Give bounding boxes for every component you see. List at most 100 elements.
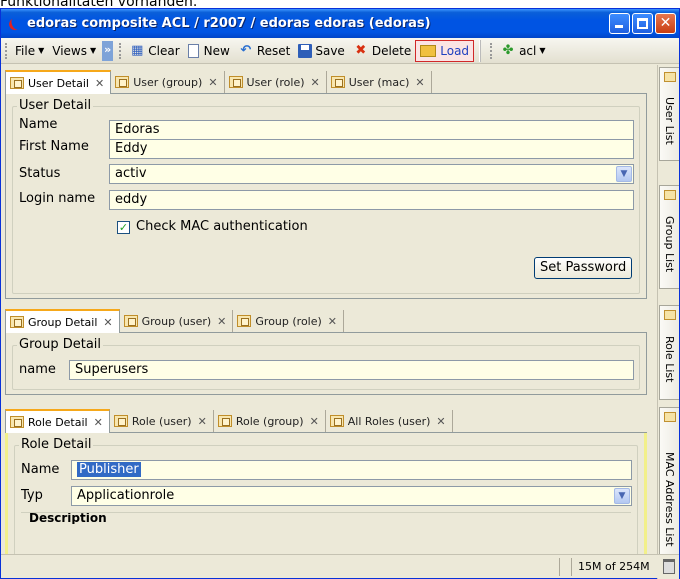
close-tab-icon[interactable]: ✕ bbox=[103, 316, 112, 329]
toolbar-grip[interactable] bbox=[490, 42, 493, 59]
login-name-field[interactable]: eddy bbox=[109, 190, 634, 210]
close-tab-icon[interactable]: ✕ bbox=[436, 415, 445, 428]
tab-label: Group (role) bbox=[255, 314, 322, 328]
description-fieldset: Description bbox=[21, 512, 631, 524]
new-button[interactable]: New bbox=[184, 40, 234, 62]
first-name-field[interactable]: Eddy bbox=[109, 139, 634, 159]
background-text: Funktionalitäten vorhanden. bbox=[0, 0, 198, 8]
description-legend: Description bbox=[27, 512, 109, 524]
typ-select[interactable]: Applicationrole ▼ bbox=[71, 486, 632, 506]
toolbar-grip[interactable] bbox=[5, 42, 8, 59]
tab-role-group[interactable]: Role (group) ✕ bbox=[214, 410, 326, 432]
close-tab-icon[interactable]: ✕ bbox=[94, 416, 103, 429]
views-menu[interactable]: Views ▼ bbox=[48, 40, 100, 62]
toolbar: File ▼ Views ▼ » ▦ Clear New ↶ Reset Save ✖ D… bbox=[1, 38, 679, 64]
folder-icon bbox=[420, 44, 437, 57]
maximize-icon bbox=[637, 18, 648, 29]
minimize-button[interactable] bbox=[609, 13, 630, 34]
close-tab-icon[interactable]: ✕ bbox=[415, 76, 424, 89]
tab-icon bbox=[113, 415, 128, 427]
main-content: User Detail ✕ User (group) ✕ User (role) ✕ … bbox=[1, 65, 657, 577]
close-tab-icon[interactable]: ✕ bbox=[311, 76, 320, 89]
tab-group-role[interactable]: Group (role) ✕ bbox=[233, 310, 345, 332]
name-label: Name bbox=[19, 117, 58, 132]
first-name-label: First Name bbox=[19, 139, 89, 154]
close-icon: ✕ bbox=[659, 15, 672, 31]
tab-all-roles-user[interactable]: All Roles (user) ✕ bbox=[326, 410, 453, 432]
tab-user-group[interactable]: User (group) ✕ bbox=[111, 71, 225, 93]
trash-icon[interactable] bbox=[663, 559, 675, 574]
side-tab-group-list[interactable]: Group List bbox=[659, 185, 679, 289]
tab-group-detail[interactable]: Group Detail ✕ bbox=[5, 309, 120, 333]
tab-icon bbox=[123, 315, 138, 327]
folder-icon bbox=[664, 412, 676, 422]
broom-icon: ▦ bbox=[131, 42, 144, 58]
load-label: Load bbox=[440, 43, 470, 58]
name-field[interactable]: Edoras bbox=[109, 120, 634, 140]
side-tab-label: MAC Address List bbox=[663, 451, 676, 547]
chevron-down-icon[interactable]: ▼ bbox=[614, 488, 630, 504]
close-tab-icon[interactable]: ✕ bbox=[310, 415, 319, 428]
window-controls: ✕ bbox=[609, 13, 676, 34]
group-tabstrip: Group Detail ✕ Group (user) ✕ Group (role)… bbox=[5, 308, 647, 333]
delete-label: Delete bbox=[371, 43, 412, 58]
status-select[interactable]: activ ▼ bbox=[109, 164, 634, 184]
close-tab-icon[interactable]: ✕ bbox=[95, 77, 104, 90]
group-detail-legend: Group Detail bbox=[17, 337, 104, 352]
toolbar-grip[interactable] bbox=[119, 42, 122, 59]
app-window: edoras composite ACL / r2007 / edoras ed… bbox=[0, 8, 680, 579]
chevron-down-icon: ▼ bbox=[539, 46, 546, 55]
role-name-label: Name bbox=[21, 462, 60, 477]
delete-button[interactable]: ✖ Delete bbox=[349, 40, 415, 62]
save-label: Save bbox=[315, 43, 345, 58]
close-tab-icon[interactable]: ✕ bbox=[208, 76, 217, 89]
chevron-down-icon[interactable]: ▼ bbox=[616, 166, 632, 182]
status-cell bbox=[559, 558, 571, 576]
tab-user-detail[interactable]: User Detail ✕ bbox=[5, 70, 112, 94]
user-detail-legend: User Detail bbox=[17, 98, 94, 113]
group-name-label: name bbox=[19, 362, 56, 377]
acl-menu[interactable]: ✤ acl ▼ bbox=[496, 40, 549, 62]
close-tab-icon[interactable]: ✕ bbox=[328, 315, 337, 328]
folder-icon bbox=[664, 310, 676, 320]
toolbar-overflow-button[interactable]: » bbox=[102, 40, 114, 61]
status-value: activ bbox=[115, 166, 147, 181]
title-bar[interactable]: edoras composite ACL / r2007 / edoras ed… bbox=[1, 9, 679, 38]
close-tab-icon[interactable]: ✕ bbox=[198, 415, 207, 428]
group-name-field[interactable]: Superusers bbox=[69, 360, 634, 380]
tab-label: User (role) bbox=[246, 75, 305, 89]
app-icon bbox=[7, 17, 21, 31]
clear-button[interactable]: ▦ Clear bbox=[125, 40, 183, 62]
tab-user-role[interactable]: User (role) ✕ bbox=[225, 71, 327, 93]
floppy-disk-icon bbox=[298, 43, 313, 58]
set-password-button[interactable]: Set Password bbox=[534, 257, 633, 279]
tab-role-user[interactable]: Role (user) ✕ bbox=[110, 410, 214, 432]
side-tab-bar: User List Group List Role List MAC Addre… bbox=[657, 65, 679, 579]
tab-label: Group (user) bbox=[141, 314, 212, 328]
tab-icon bbox=[228, 76, 243, 88]
side-tab-mac-address-list[interactable]: MAC Address List bbox=[659, 407, 679, 577]
side-tab-user-list[interactable]: User List bbox=[659, 67, 679, 161]
tab-icon bbox=[329, 415, 344, 427]
mac-auth-checkbox[interactable]: ✓ bbox=[117, 221, 130, 234]
reset-label: Reset bbox=[256, 43, 291, 58]
role-name-field[interactable]: Publisher bbox=[71, 460, 632, 480]
tab-user-mac[interactable]: User (mac) ✕ bbox=[327, 71, 432, 93]
file-menu[interactable]: File ▼ bbox=[11, 40, 48, 62]
tab-label: User (mac) bbox=[348, 75, 410, 89]
tab-role-detail[interactable]: Role Detail ✕ bbox=[5, 409, 110, 433]
tab-icon bbox=[217, 415, 232, 427]
close-tab-icon[interactable]: ✕ bbox=[217, 315, 226, 328]
tab-group-user[interactable]: Group (user) ✕ bbox=[120, 310, 234, 332]
reset-button[interactable]: ↶ Reset bbox=[234, 40, 295, 62]
save-button[interactable]: Save bbox=[294, 40, 348, 62]
side-tab-role-list[interactable]: Role List bbox=[659, 305, 679, 400]
close-button[interactable]: ✕ bbox=[655, 13, 676, 34]
maximize-button[interactable] bbox=[632, 13, 653, 34]
tab-icon bbox=[115, 76, 130, 88]
reset-icon: ↶ bbox=[240, 42, 252, 58]
tab-label: All Roles (user) bbox=[347, 414, 431, 428]
user-tabstrip: User Detail ✕ User (group) ✕ User (role) ✕ … bbox=[5, 69, 647, 94]
chevron-down-icon: ▼ bbox=[89, 46, 97, 55]
load-button[interactable]: Load bbox=[415, 39, 475, 62]
